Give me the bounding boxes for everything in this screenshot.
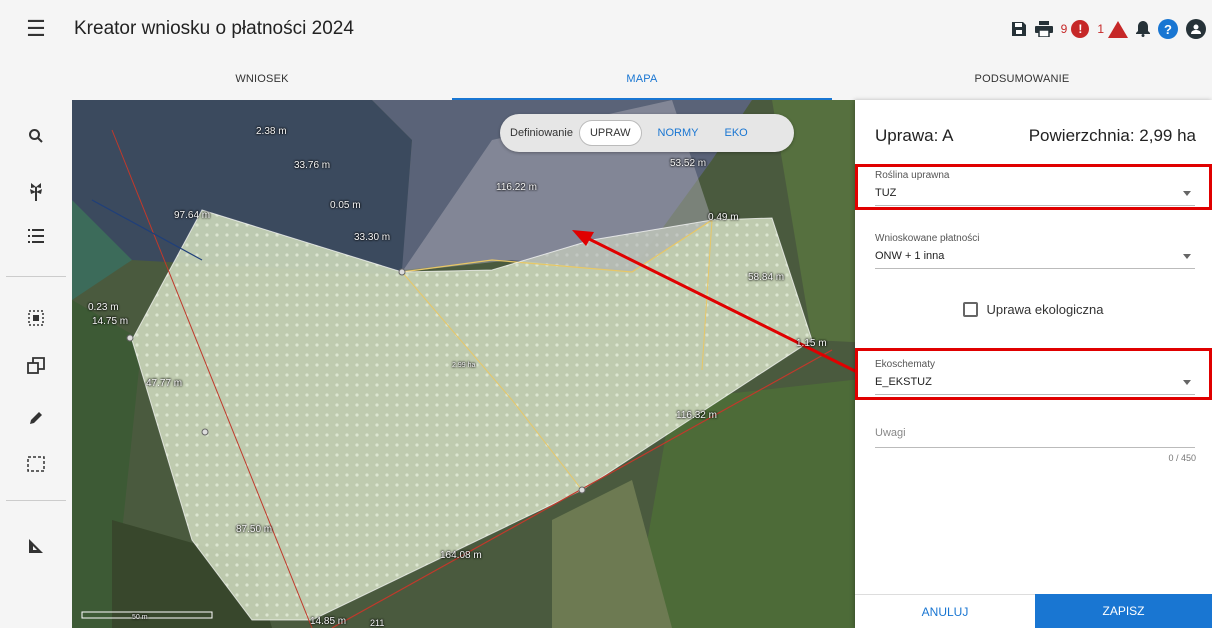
plant-icon[interactable]	[0, 172, 72, 212]
map-label: 33.30 m	[354, 232, 391, 243]
map-label: 58.84 m	[748, 272, 785, 283]
map-label: 2.38 m	[256, 126, 287, 137]
warning-icon[interactable]	[1108, 20, 1128, 38]
chevron-down-icon[interactable]	[1183, 254, 1191, 259]
map-label: 87.50 m	[236, 524, 273, 535]
top-bar: ☰ Kreator wniosku o płatności 2024 9 ! 1…	[0, 0, 1212, 58]
map-label: 0.05 m	[330, 200, 361, 211]
payments-value-row: ONW + 1 inna	[875, 250, 1195, 269]
map-label: 33.76 m	[294, 160, 331, 171]
definition-toggle: Definiowanie UPRAW NORMY EKO	[500, 114, 794, 152]
toggle-eko[interactable]: EKO	[714, 121, 757, 145]
select-area-icon[interactable]	[0, 298, 72, 338]
crop-value: TUZ	[875, 187, 897, 199]
panel-header: Uprawa: A Powierzchnia: 2,99 ha	[855, 126, 1212, 156]
app-title: Kreator wniosku o płatności 2024	[74, 18, 354, 39]
ecoschemes-select[interactable]: Ekoschematy E_EKSTUZ	[875, 359, 1195, 395]
print-icon[interactable]	[1034, 17, 1053, 41]
save-button[interactable]: ZAPISZ	[1035, 594, 1212, 628]
chevron-down-icon[interactable]	[1183, 380, 1191, 385]
map-label: 116.22 m	[496, 182, 537, 193]
search-icon[interactable]	[0, 116, 72, 156]
sidebar-divider	[6, 276, 66, 277]
crop-value-row: TUZ	[875, 187, 1195, 206]
chevron-down-icon[interactable]	[1183, 191, 1191, 196]
help-icon[interactable]: ?	[1158, 19, 1178, 39]
scale-label: 50 m	[132, 614, 148, 621]
eco-checkbox-row[interactable]: Uprawa ekologiczna	[855, 302, 1212, 317]
cancel-button[interactable]: ANULUJ	[855, 594, 1035, 628]
map-label: 53.52 m	[670, 158, 707, 169]
map-label: 0.49 m	[708, 212, 739, 223]
vertex-handle[interactable]	[126, 334, 134, 342]
map-label: 0.23 m	[88, 302, 119, 313]
payments-value: ONW + 1 inna	[875, 250, 945, 262]
payments-select[interactable]: Wnioskowane płatności ONW + 1 inna	[875, 233, 1195, 269]
map-label: 47.77 m	[146, 378, 183, 389]
copy-icon[interactable]	[0, 346, 72, 386]
notes-underline	[875, 447, 1195, 448]
tab-bar: WNIOSEK MAPA PODSUMOWANIE	[72, 58, 1212, 100]
ecoschemes-value-row: E_EKSTUZ	[875, 376, 1195, 395]
notes-counter: 0 / 450	[1168, 453, 1196, 463]
sidebar-divider	[6, 500, 66, 501]
crop-label: Roślina uprawna	[875, 170, 950, 181]
menu-icon[interactable]: ☰	[0, 0, 72, 58]
crop-title: Uprawa: A	[875, 126, 954, 145]
notes-field[interactable]: Uwagi	[875, 427, 906, 439]
eco-checkbox-label: Uprawa ekologiczna	[986, 302, 1104, 317]
map-label: 211	[370, 618, 385, 628]
rectangle-select-icon[interactable]	[0, 444, 72, 484]
pencil-icon[interactable]	[0, 398, 72, 438]
measure-icon[interactable]	[0, 526, 72, 566]
ecoschemes-value: E_EKSTUZ	[875, 376, 932, 388]
vertex-handle[interactable]	[578, 486, 586, 494]
map-label: 14.85 m	[310, 616, 347, 627]
parcel-area-label: 2.99 ha	[452, 362, 476, 369]
notification-icon[interactable]	[1136, 17, 1150, 41]
save-icon[interactable]	[1011, 17, 1027, 41]
error-count: 9	[1060, 22, 1068, 36]
eco-checkbox[interactable]	[963, 302, 979, 317]
map-label: 1.15 m	[796, 338, 827, 349]
definition-label: Definiowanie	[510, 127, 573, 139]
map-label: 164.08 m	[440, 550, 482, 561]
toggle-normy[interactable]: NORMY	[648, 121, 709, 145]
warning-count: 1	[1097, 22, 1104, 36]
crop-area: Powierzchnia: 2,99 ha	[1028, 126, 1196, 145]
crop-select[interactable]: Roślina uprawna TUZ	[875, 170, 1195, 206]
toggle-upraw[interactable]: UPRAW	[578, 120, 642, 146]
payments-label: Wnioskowane płatności	[875, 233, 980, 244]
list-icon[interactable]	[0, 216, 72, 256]
map-tools-sidebar	[0, 100, 72, 628]
account-icon[interactable]	[1186, 19, 1206, 39]
tab-wniosek[interactable]: WNIOSEK	[72, 58, 452, 100]
map-label: 97.64 m	[174, 210, 211, 221]
tab-podsumowanie[interactable]: PODSUMOWANIE	[832, 58, 1212, 100]
crop-panel: Uprawa: A Powierzchnia: 2,99 ha Roślina …	[855, 100, 1212, 628]
map-label: 14.75 m	[92, 316, 129, 327]
map-label: 116.32 m	[676, 410, 717, 421]
vertex-handle[interactable]	[201, 428, 209, 436]
header-actions: 9 ! 1 ?	[1011, 0, 1206, 58]
vertex-handle[interactable]	[398, 268, 406, 276]
app-window: ☰ Kreator wniosku o płatności 2024 9 ! 1…	[0, 0, 1212, 628]
error-icon[interactable]: !	[1071, 20, 1090, 38]
ecoschemes-label: Ekoschematy	[875, 359, 936, 370]
tab-mapa[interactable]: MAPA	[452, 58, 832, 100]
